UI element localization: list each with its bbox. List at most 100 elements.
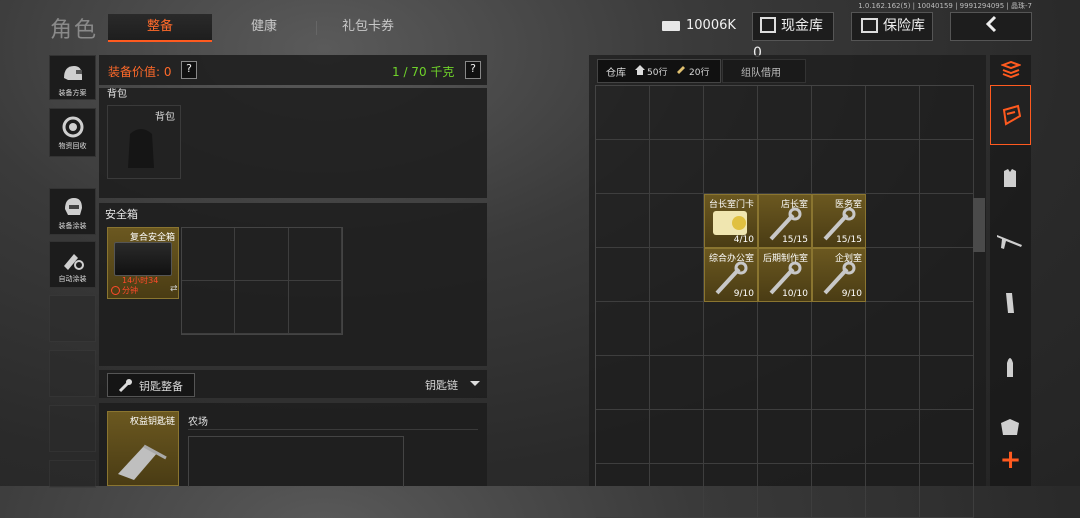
equip-paint-button[interactable]: 装备涂装 bbox=[49, 188, 96, 235]
ammo-tab[interactable] bbox=[990, 335, 1031, 395]
warehouse-cell[interactable] bbox=[812, 410, 866, 464]
warehouse-cell[interactable] bbox=[866, 356, 920, 410]
warehouse-cell[interactable] bbox=[866, 194, 920, 248]
warehouse-cell[interactable] bbox=[812, 86, 866, 140]
warehouse-cell[interactable] bbox=[920, 248, 974, 302]
warehouse-cell[interactable] bbox=[596, 302, 650, 356]
sort-tab[interactable] bbox=[990, 55, 1031, 83]
item-name: 综合办公室 bbox=[708, 254, 754, 264]
warehouse-cell[interactable] bbox=[704, 86, 758, 140]
warehouse-cell[interactable] bbox=[650, 86, 704, 140]
warehouse-cell[interactable] bbox=[812, 356, 866, 410]
warehouse-cell[interactable] bbox=[866, 86, 920, 140]
warehouse-cell[interactable] bbox=[866, 302, 920, 356]
warehouse-cell[interactable] bbox=[920, 194, 974, 248]
warehouse-cell[interactable] bbox=[650, 140, 704, 194]
backpack-slot[interactable]: 背包 bbox=[107, 105, 181, 179]
item-count: 4/10 bbox=[733, 235, 754, 245]
keys-bar: 钥匙整备 钥匙链 bbox=[99, 370, 487, 398]
armor-tab[interactable] bbox=[990, 149, 1031, 209]
swap-icon[interactable]: ⇄ bbox=[170, 284, 178, 294]
cash-vault-button[interactable]: 现金库 0 bbox=[752, 12, 834, 61]
key-chain-item[interactable]: 权益钥匙链 bbox=[107, 411, 179, 486]
safe-box-item[interactable]: 复合安全箱 14小时34 分钟 ⇄ bbox=[107, 227, 179, 299]
warehouse-cell[interactable] bbox=[650, 194, 704, 248]
warehouse-cell[interactable] bbox=[596, 410, 650, 464]
warehouse-cell[interactable] bbox=[704, 356, 758, 410]
warehouse-cell[interactable] bbox=[596, 356, 650, 410]
warehouse-cell[interactable] bbox=[758, 302, 812, 356]
back-button[interactable] bbox=[950, 12, 1032, 41]
warehouse-cell[interactable] bbox=[920, 86, 974, 140]
equip-value: 装备价值: 0 bbox=[108, 65, 172, 79]
empty-side-slot bbox=[49, 405, 96, 452]
warehouse-cell[interactable] bbox=[920, 410, 974, 464]
grid-cell[interactable] bbox=[235, 228, 289, 281]
warehouse-cell[interactable] bbox=[920, 302, 974, 356]
team-borrow-tab[interactable]: 组队借用 bbox=[722, 59, 806, 83]
help-button[interactable]: ? bbox=[465, 61, 481, 79]
warehouse-scrollbar[interactable] bbox=[973, 198, 985, 252]
warehouse-cell[interactable] bbox=[650, 410, 704, 464]
warehouse-cell[interactable] bbox=[650, 464, 704, 518]
warehouse-cell[interactable] bbox=[866, 140, 920, 194]
warehouse-cell[interactable] bbox=[704, 464, 758, 518]
recycle-button[interactable]: 物资回收 bbox=[49, 108, 96, 157]
tab-health[interactable]: 健康 bbox=[212, 14, 316, 40]
tab-gift-cards[interactable]: 礼包卡券 bbox=[316, 14, 420, 40]
warehouse-cell[interactable] bbox=[596, 86, 650, 140]
auto-paint-button[interactable]: 自动涂装 bbox=[49, 241, 96, 288]
warehouse-cell[interactable] bbox=[596, 464, 650, 518]
warehouse-cell[interactable] bbox=[812, 302, 866, 356]
warehouse-rows-a: 50行 bbox=[647, 68, 668, 78]
warehouse-cell[interactable] bbox=[596, 140, 650, 194]
warehouse-cell[interactable] bbox=[920, 356, 974, 410]
warehouse-tab[interactable]: 仓库 50行 20行 bbox=[597, 59, 721, 83]
warehouse-cell[interactable] bbox=[758, 86, 812, 140]
warehouse-cell[interactable] bbox=[866, 410, 920, 464]
warehouse-cell[interactable] bbox=[596, 248, 650, 302]
warehouse-cell[interactable] bbox=[758, 140, 812, 194]
warehouse-item[interactable]: 综合办公室 9/10 bbox=[704, 248, 758, 302]
warehouse-cell[interactable] bbox=[650, 356, 704, 410]
grid-cell[interactable] bbox=[182, 228, 236, 281]
grid-cell[interactable] bbox=[235, 281, 289, 334]
warehouse-item[interactable]: 企划室 9/10 bbox=[812, 248, 866, 302]
add-tab-button[interactable]: + bbox=[990, 447, 1031, 474]
warehouse-cell[interactable] bbox=[866, 248, 920, 302]
warehouse-cell[interactable] bbox=[650, 302, 704, 356]
warehouse-cell[interactable] bbox=[812, 464, 866, 518]
tab-equip[interactable]: 整备 bbox=[108, 14, 212, 42]
warehouse-cell[interactable] bbox=[920, 140, 974, 194]
insurance-vault-button[interactable]: 保险库 bbox=[851, 12, 933, 41]
warehouse-cell[interactable] bbox=[650, 248, 704, 302]
warehouse-cell[interactable] bbox=[920, 464, 974, 518]
backpack-slot-label: 背包 bbox=[155, 112, 175, 123]
chevron-left-icon bbox=[985, 15, 997, 33]
warehouse-cell[interactable] bbox=[704, 140, 758, 194]
warehouse-item[interactable]: 台长室门卡 4/10 bbox=[704, 194, 758, 248]
equip-plan-button[interactable]: 装备方案 bbox=[49, 55, 96, 100]
grid-cell[interactable] bbox=[288, 228, 342, 281]
grid-cell[interactable] bbox=[182, 281, 236, 334]
magazine-tab[interactable] bbox=[990, 273, 1031, 333]
warehouse-cell[interactable] bbox=[704, 302, 758, 356]
warehouse-cell[interactable] bbox=[812, 140, 866, 194]
help-button[interactable]: ? bbox=[181, 61, 197, 79]
warehouse-cell[interactable] bbox=[704, 410, 758, 464]
key-chain-label[interactable]: 钥匙链 bbox=[425, 377, 458, 393]
warehouse-cell[interactable] bbox=[866, 464, 920, 518]
warehouse-item[interactable]: 后期制作室 10/10 bbox=[758, 248, 812, 302]
warehouse-cell[interactable] bbox=[758, 410, 812, 464]
grid-cell[interactable] bbox=[288, 281, 342, 334]
backpack-tab[interactable] bbox=[990, 85, 1031, 145]
warehouse-item[interactable]: 医务室 15/15 bbox=[812, 194, 866, 248]
money-display[interactable]: 10006K bbox=[662, 12, 736, 39]
weapon-tab[interactable] bbox=[990, 211, 1031, 271]
warehouse-cell[interactable] bbox=[758, 464, 812, 518]
warehouse-cell[interactable] bbox=[596, 194, 650, 248]
warehouse-item[interactable]: 店长室 15/15 bbox=[758, 194, 812, 248]
chevron-down-icon[interactable] bbox=[470, 380, 480, 388]
key-prep-button[interactable]: 钥匙整备 bbox=[107, 373, 195, 397]
warehouse-cell[interactable] bbox=[758, 356, 812, 410]
